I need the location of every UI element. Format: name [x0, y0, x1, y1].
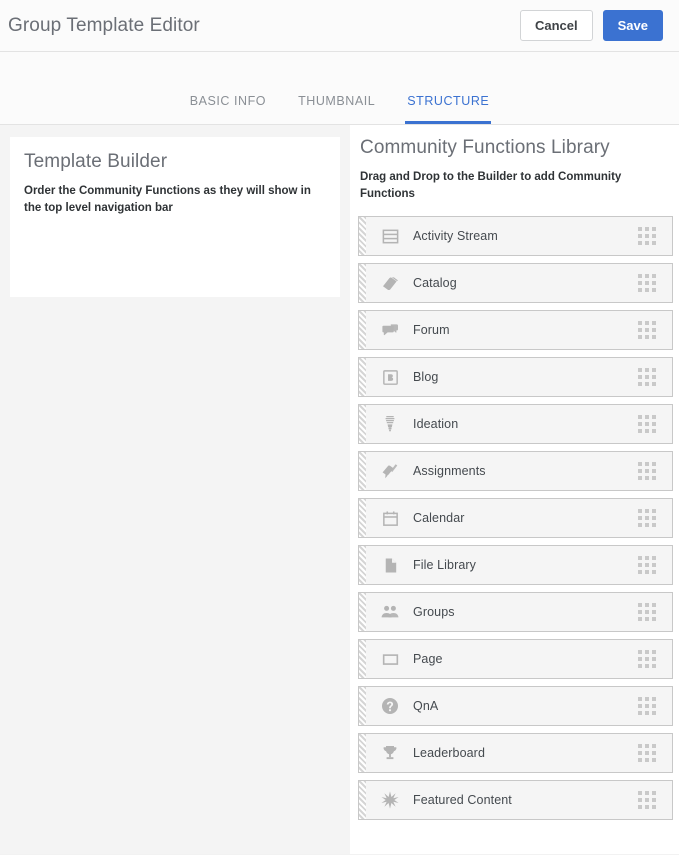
drag-handle-icon[interactable] — [638, 227, 656, 245]
page-icon — [379, 648, 401, 670]
drag-handle-icon[interactable] — [638, 744, 656, 762]
drag-handle-icon[interactable] — [638, 321, 656, 339]
blog-icon — [379, 366, 401, 388]
file-icon — [379, 554, 401, 576]
community-function-label: Assignments — [413, 464, 486, 478]
community-function-item[interactable]: Groups — [358, 592, 673, 632]
content-area: Template Builder Order the Community Fun… — [0, 125, 679, 854]
community-function-label: Forum — [413, 323, 450, 337]
community-function-item[interactable]: Blog — [358, 357, 673, 397]
community-function-label: Ideation — [413, 417, 458, 431]
trophy-icon — [379, 742, 401, 764]
top-bar: Group Template Editor Cancel Save — [0, 0, 679, 52]
drag-handle-icon[interactable] — [638, 368, 656, 386]
activity-stream-icon — [379, 225, 401, 247]
community-function-item[interactable]: Leaderboard — [358, 733, 673, 773]
community-function-label: QnA — [413, 699, 438, 713]
template-builder-column: Template Builder Order the Community Fun… — [0, 125, 350, 854]
drag-handle-icon[interactable] — [638, 274, 656, 292]
community-function-item[interactable]: File Library — [358, 545, 673, 585]
library-instructions: Drag and Drop to the Builder to add Comm… — [358, 169, 630, 202]
community-function-item[interactable]: Activity Stream — [358, 216, 673, 256]
assignments-icon — [379, 460, 401, 482]
catalog-icon — [379, 272, 401, 294]
groups-icon — [379, 601, 401, 623]
community-function-label: File Library — [413, 558, 476, 572]
top-bar-actions: Cancel Save — [520, 10, 663, 41]
community-function-label: Blog — [413, 370, 438, 384]
community-function-label: Groups — [413, 605, 455, 619]
drag-handle-icon[interactable] — [638, 650, 656, 668]
calendar-icon — [379, 507, 401, 529]
cancel-button[interactable]: Cancel — [520, 10, 593, 41]
template-builder-title: Template Builder — [24, 151, 326, 173]
page-title: Group Template Editor — [8, 15, 200, 37]
community-function-item[interactable]: Forum — [358, 310, 673, 350]
lightbulb-icon — [379, 413, 401, 435]
drag-handle-icon[interactable] — [638, 603, 656, 621]
template-builder-instructions: Order the Community Functions as they wi… — [24, 183, 326, 216]
community-function-item[interactable]: Calendar — [358, 498, 673, 538]
community-function-item[interactable]: Featured Content — [358, 780, 673, 820]
community-functions-library-panel: Community Functions Library Drag and Dro… — [350, 125, 679, 854]
drag-handle-icon[interactable] — [638, 556, 656, 574]
drag-handle-icon[interactable] — [638, 791, 656, 809]
drag-handle-icon[interactable] — [638, 697, 656, 715]
library-title: Community Functions Library — [358, 137, 673, 159]
question-icon — [379, 695, 401, 717]
forum-icon — [379, 319, 401, 341]
community-functions-list: Activity Stream Catalog Forum Blog Ideation A… — [358, 216, 673, 820]
starburst-icon — [379, 789, 401, 811]
community-function-label: Page — [413, 652, 443, 666]
tab-thumbnail[interactable]: THUMBNAIL — [282, 94, 391, 124]
tab-basic-info[interactable]: BASIC INFO — [174, 94, 282, 124]
community-function-item[interactable]: Page — [358, 639, 673, 679]
community-function-label: Calendar — [413, 511, 465, 525]
community-function-label: Leaderboard — [413, 746, 485, 760]
community-function-item[interactable]: Assignments — [358, 451, 673, 491]
tab-bar: BASIC INFO THUMBNAIL STRUCTURE — [0, 52, 679, 125]
community-function-label: Activity Stream — [413, 229, 498, 243]
template-builder-dropzone[interactable]: Template Builder Order the Community Fun… — [10, 137, 340, 297]
drag-handle-icon[interactable] — [638, 509, 656, 527]
community-function-item[interactable]: Ideation — [358, 404, 673, 444]
tab-structure[interactable]: STRUCTURE — [391, 94, 505, 124]
community-function-item[interactable]: Catalog — [358, 263, 673, 303]
community-function-label: Featured Content — [413, 793, 512, 807]
community-function-item[interactable]: QnA — [358, 686, 673, 726]
drag-handle-icon[interactable] — [638, 415, 656, 433]
save-button[interactable]: Save — [603, 10, 663, 41]
drag-handle-icon[interactable] — [638, 462, 656, 480]
community-function-label: Catalog — [413, 276, 457, 290]
